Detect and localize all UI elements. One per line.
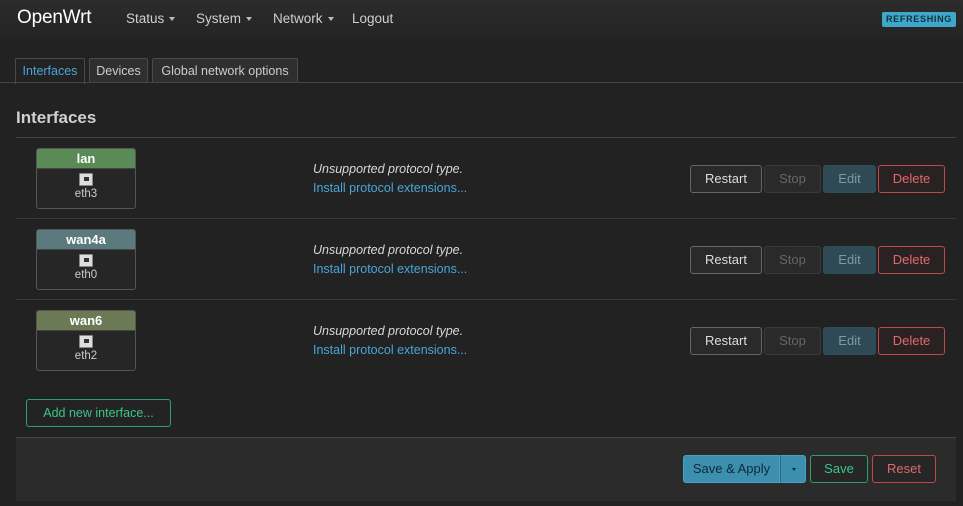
tab-global-network-options[interactable]: Global network options [152,58,298,83]
edit-button[interactable]: Edit [823,246,876,274]
interface-name: lan [37,149,135,169]
ethernet-port-icon [79,335,93,348]
install-extensions-link[interactable]: Install protocol extensions... [313,181,467,195]
install-extensions-link[interactable]: Install protocol extensions... [313,343,467,357]
interface-device: eth0 [74,269,98,281]
row-divider [16,299,956,300]
interface-status: Unsupported protocol type. [313,162,464,176]
stop-button[interactable]: Stop [764,165,821,193]
interface-status: Unsupported protocol type. [313,324,464,338]
tab-interfaces[interactable]: Interfaces [15,58,85,84]
nav-logout[interactable]: Logout [352,11,393,26]
edit-button[interactable]: Edit [823,165,876,193]
interface-name: wan6 [37,311,135,331]
ethernet-port-icon [79,173,93,186]
install-extensions-link[interactable]: Install protocol extensions... [313,262,467,276]
nav-network[interactable]: Network [273,11,334,26]
nav-status-label: Status [126,11,165,26]
delete-button[interactable]: Delete [878,327,945,355]
interface-status: Unsupported protocol type. [313,243,464,257]
top-header: OpenWrt Status System Network Logout REF… [0,0,963,38]
nav-system[interactable]: System [196,11,253,26]
delete-button[interactable]: Delete [878,165,945,193]
section-divider [16,137,956,138]
delete-button[interactable]: Delete [878,246,945,274]
section-title: Interfaces [16,108,97,127]
interface-name: wan4a [37,230,135,250]
restart-button[interactable]: Restart [690,327,762,355]
brand-logo[interactable]: OpenWrt [17,7,91,29]
add-interface-button[interactable]: Add new interface... [26,399,171,427]
nav-network-label: Network [273,11,323,26]
stop-button[interactable]: Stop [764,327,821,355]
row-divider [16,218,956,219]
save-button[interactable]: Save [810,455,868,483]
nav-system-label: System [196,11,242,26]
interface-device: eth2 [74,350,98,362]
chevron-down-icon [169,17,176,21]
interface-badge-lan: lan eth3 [36,148,136,209]
ethernet-port-icon [79,254,93,267]
nav-status[interactable]: Status [126,11,176,26]
save-apply-button[interactable]: Save & Apply [683,455,780,483]
interface-badge-wan6: wan6 eth2 [36,310,136,371]
restart-button[interactable]: Restart [690,165,762,193]
save-apply-dropdown-button[interactable] [780,455,806,483]
tab-divider [0,82,963,83]
tab-devices[interactable]: Devices [89,58,148,83]
refreshing-badge[interactable]: REFRESHING [881,12,956,27]
nav-logout-label: Logout [352,11,394,26]
interface-badge-wan4a: wan4a eth0 [36,229,136,290]
chevron-down-icon [246,17,253,21]
restart-button[interactable]: Restart [690,246,762,274]
edit-button[interactable]: Edit [823,327,876,355]
chevron-down-icon [327,17,334,21]
reset-button[interactable]: Reset [872,455,936,483]
stop-button[interactable]: Stop [764,246,821,274]
interface-device: eth3 [74,188,98,200]
